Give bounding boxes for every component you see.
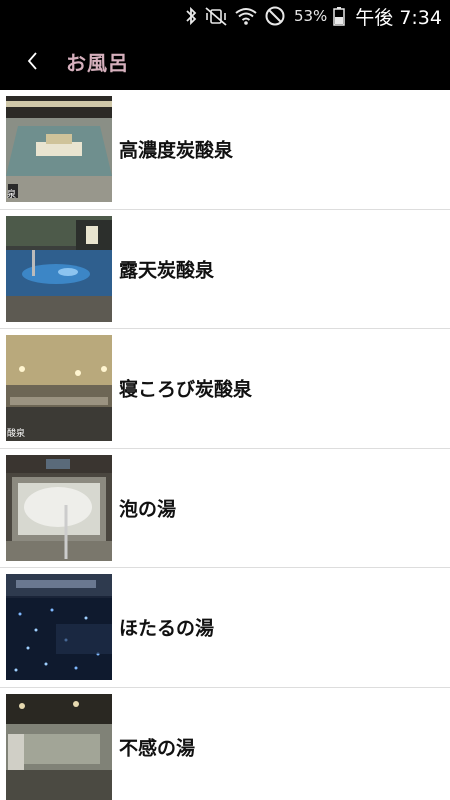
item-label: 泡の湯 [119, 498, 177, 521]
item-label: ほたるの湯 [119, 617, 215, 640]
item-label: 不感の湯 [119, 737, 196, 760]
app-bar: お風呂 [0, 32, 450, 90]
bath-photo [6, 454, 112, 561]
page-title: お風呂 [66, 50, 129, 75]
wifi-icon [234, 5, 258, 27]
thumb-caption: 泉 [7, 190, 17, 200]
vibrate-mute-icon [204, 5, 228, 27]
bath-photo [6, 693, 112, 800]
item-label: 寝ころび炭酸泉 [119, 378, 253, 401]
bath-photo: 酸泉 [6, 335, 112, 441]
list-item[interactable]: 不感の湯 [0, 687, 450, 800]
bath-photo [6, 574, 112, 680]
back-button[interactable] [4, 32, 62, 90]
list-item[interactable]: 露天炭酸泉 [0, 209, 450, 329]
bath-photo [6, 215, 112, 322]
item-label: 高濃度炭酸泉 [119, 139, 234, 162]
thumb-caption: 酸泉 [7, 429, 26, 439]
battery-icon [333, 5, 346, 27]
list-item[interactable]: 酸泉 寝ころび炭酸泉 [0, 329, 450, 449]
bath-photo: 泉 [6, 96, 112, 202]
battery-percent: 53% [293, 7, 328, 25]
clock: 午後 7:34 [355, 6, 442, 29]
item-label: 露天炭酸泉 [119, 259, 215, 282]
list-item[interactable]: 泉 高濃度炭酸泉 [0, 90, 450, 210]
status-bar: 53% 午後 7:34 [0, 0, 450, 32]
do-not-disturb-icon [264, 5, 286, 27]
chevron-left-icon [27, 52, 37, 70]
list-item[interactable]: 泡の湯 [0, 448, 450, 568]
bath-list: 泉 高濃度炭酸泉 露天炭酸泉 酸泉 寝ころび炭酸泉 泡の湯 ほたるの湯 不感の湯 [0, 90, 450, 800]
list-item[interactable]: ほたるの湯 [0, 568, 450, 688]
bluetooth-icon [184, 5, 198, 27]
